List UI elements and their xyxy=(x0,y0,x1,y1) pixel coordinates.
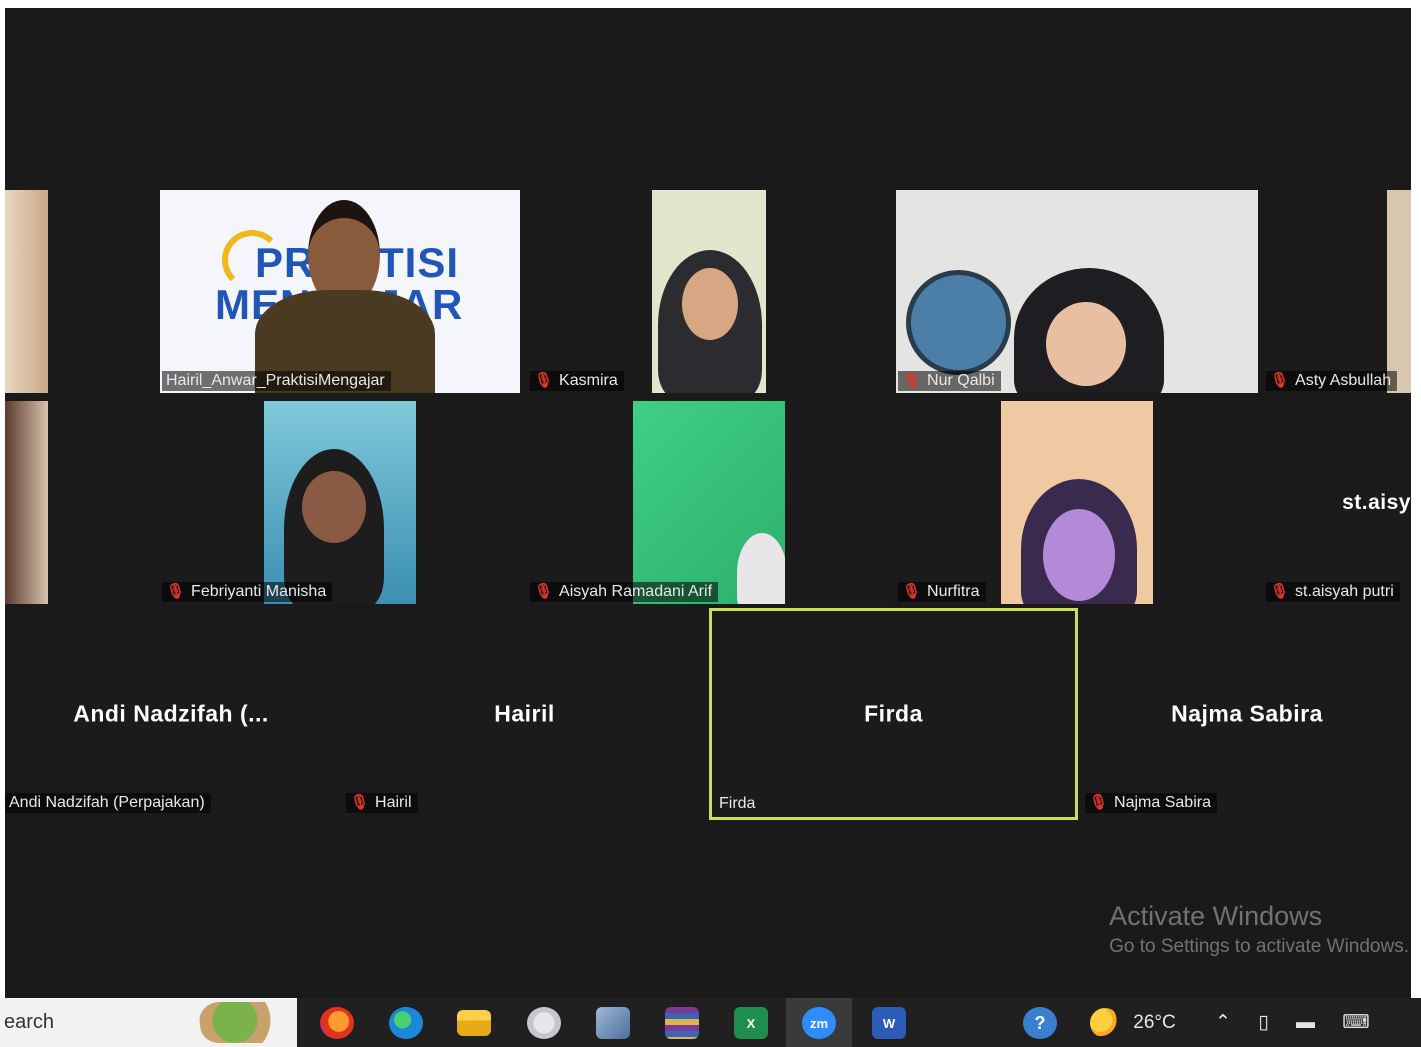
video-tile-partial-left[interactable] xyxy=(5,401,155,604)
muted-mic-icon: 🎙 xyxy=(902,583,922,600)
video-feed xyxy=(1387,190,1411,393)
participant-name-label: Hairil_Anwar_PraktisiMengajar xyxy=(162,371,391,391)
video-feed xyxy=(633,401,785,604)
participant-display-name: Andi Nadzifah (... xyxy=(73,700,269,726)
participant-name-label: 🎙 st.aisyah putri xyxy=(1266,582,1400,602)
video-tile-najma-sabira[interactable]: Najma Sabira 🎙 Najma Sabira xyxy=(1083,612,1411,815)
participant-display-name: Najma Sabira xyxy=(1171,700,1323,726)
muted-mic-icon: 🎙 xyxy=(1089,794,1109,811)
video-tile-partial-left[interactable] xyxy=(5,190,155,393)
video-tile-hairil[interactable]: Hairil 🎙 Hairil xyxy=(344,612,705,815)
participant-name-label: 🎙 Asty Asbullah xyxy=(1266,371,1398,391)
excel-icon[interactable]: X xyxy=(734,1007,768,1039)
video-feed xyxy=(264,401,416,604)
video-tile-aisyah-ramadani-arif[interactable]: 🎙 Aisyah Ramadani Arif xyxy=(528,401,891,604)
system-tray: 26°C ⌃ ▯ ▬ ⌨ xyxy=(1090,998,1420,1047)
logo-swoosh xyxy=(222,230,282,290)
watermark-subtitle: Go to Settings to activate Windows. xyxy=(1109,936,1409,957)
muted-mic-icon: 🎙 xyxy=(534,372,554,389)
participant-face xyxy=(1043,509,1115,601)
participant-name-label: 🎙 Febriyanti Manisha xyxy=(162,582,333,602)
participant-face xyxy=(682,268,738,340)
muted-mic-icon: 🎙 xyxy=(1270,372,1290,389)
video-tile-hairil-anwar[interactable]: PRAKTISI MENGAJAR Hairil_Anwar_PraktisiM… xyxy=(160,190,520,393)
file-explorer-icon[interactable] xyxy=(457,1010,491,1036)
video-tile-kasmira[interactable]: 🎙 Kasmira xyxy=(528,190,891,393)
video-feed: PRAKTISI MENGAJAR xyxy=(160,190,520,393)
muted-mic-icon: 🎙 xyxy=(902,372,922,389)
participant-display-name: Firda xyxy=(864,700,923,727)
winrar-icon[interactable] xyxy=(665,1007,699,1039)
muted-mic-icon: 🎙 xyxy=(534,583,554,600)
zoom-icon[interactable]: zm xyxy=(802,1007,836,1039)
control-panel-icon[interactable] xyxy=(596,1007,630,1039)
search-box-text: earch xyxy=(4,1011,55,1033)
participant-name-label: 🎙 Kasmira xyxy=(530,371,624,391)
video-tile-nur-qalbi[interactable]: 🎙 Nur Qalbi xyxy=(896,190,1258,393)
muted-mic-icon: 🎙 xyxy=(1270,583,1290,600)
muted-mic-icon: 🎙 xyxy=(350,794,370,811)
participant-name-label: Firda xyxy=(719,795,756,812)
battery-icon[interactable]: ▯ xyxy=(1258,1012,1268,1033)
video-tile-st-aisyah-putri[interactable]: st.aisy 🎙 st.aisyah putri xyxy=(1264,401,1411,604)
participant-face xyxy=(1046,302,1126,386)
video-feed xyxy=(896,190,1258,393)
participant-name-label: 🎙 Najma Sabira xyxy=(1085,793,1217,813)
participant-face xyxy=(302,471,366,543)
watermark-title: Activate Windows xyxy=(1109,901,1323,931)
taskbar-search-box[interactable]: earch xyxy=(0,998,297,1047)
activate-windows-watermark: Activate Windows Go to Settings to activ… xyxy=(1109,901,1409,958)
video-tile-nurfitra[interactable]: 🎙 Nurfitra xyxy=(896,401,1258,604)
show-hidden-icons-chevron-icon[interactable]: ⌃ xyxy=(1215,1012,1231,1033)
participant-name-label: 🎙 Nurfitra xyxy=(898,582,986,602)
participant-display-name: st.aisy xyxy=(1342,490,1411,514)
search-highlight-image xyxy=(199,1002,289,1043)
video-tile-firda-active-speaker[interactable]: Firda Firda xyxy=(709,608,1078,820)
video-tile-andi-nadzifah[interactable]: Andi Nadzifah (... Andi Nadzifah (Perpaj… xyxy=(5,612,337,815)
paint-icon[interactable] xyxy=(527,1007,561,1039)
video-feed xyxy=(652,190,766,393)
word-icon[interactable]: W xyxy=(872,1007,906,1039)
windows-taskbar: earch X zm W ? 26°C ⌃ ▯ ▬ ⌨ xyxy=(0,998,1421,1047)
video-tile-asty-asbullah[interactable]: 🎙 Asty Asbullah xyxy=(1264,190,1411,393)
muted-mic-icon: 🎙 xyxy=(166,583,186,600)
weather-icon[interactable] xyxy=(1090,1007,1120,1038)
participant-name-label: Andi Nadzifah (Perpajakan) xyxy=(5,793,211,813)
weather-temp[interactable]: 26°C xyxy=(1133,1012,1175,1033)
participant-name-label: 🎙 Hairil xyxy=(346,793,418,813)
keyboard-icon[interactable]: ⌨ xyxy=(1342,1012,1369,1033)
network-icon[interactable]: ▬ xyxy=(1296,1012,1315,1033)
video-feed xyxy=(1001,401,1153,604)
zoom-window: PRAKTISI MENGAJAR Hairil_Anwar_PraktisiM… xyxy=(5,8,1411,998)
firefox-icon[interactable] xyxy=(320,1007,354,1039)
edge-icon[interactable] xyxy=(389,1007,423,1039)
participant-name-label: 🎙 Aisyah Ramadani Arif xyxy=(530,582,719,602)
participant-name-label: 🎙 Nur Qalbi xyxy=(898,371,1001,391)
participant-display-name: Hairil xyxy=(494,700,555,726)
fan-object xyxy=(906,270,1011,375)
video-feed xyxy=(5,401,48,604)
participant-hijab xyxy=(737,533,785,604)
video-feed xyxy=(5,190,48,393)
video-tile-febriyanti-manisha[interactable]: 🎙 Febriyanti Manisha xyxy=(160,401,520,604)
help-icon[interactable]: ? xyxy=(1023,1007,1057,1039)
